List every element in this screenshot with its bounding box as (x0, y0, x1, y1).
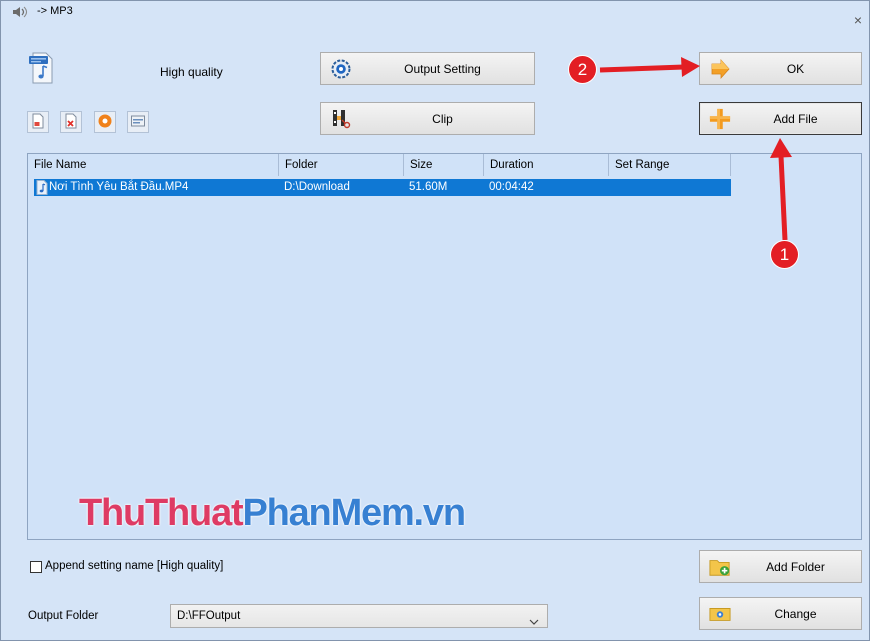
arrow-right-icon (709, 58, 731, 80)
file-list-header: File Name Folder Size Duration Set Range (28, 154, 861, 176)
window-title: -> MP3 (37, 5, 73, 17)
annotation-badge-1: 1 (771, 241, 798, 268)
ok-label: OK (786, 61, 805, 76)
plus-icon (709, 108, 731, 130)
output-folder-select[interactable]: D:\FFOutput (170, 604, 548, 628)
output-folder-label: Output Folder (28, 610, 99, 622)
annotation-arrow-2 (599, 57, 700, 77)
add-file-label: Add File (773, 111, 818, 126)
speaker-icon (11, 4, 29, 23)
column-header-set-range[interactable]: Set Range (609, 154, 731, 176)
toolbar-info-button[interactable] (127, 111, 149, 133)
close-icon: × (853, 12, 863, 28)
ok-button[interactable]: OK (699, 52, 862, 85)
change-label: Change (774, 606, 817, 621)
column-header-folder[interactable]: Folder (279, 154, 404, 176)
film-clip-icon (330, 108, 352, 130)
output-folder-value: D:\FFOutput (177, 610, 241, 622)
title-bar: -> MP3 × (0, 0, 870, 28)
add-folder-button[interactable]: Add Folder (699, 550, 862, 583)
table-row[interactable]: Nơi Tình Yêu Bắt Đầu.MP4 D:\Download 51.… (34, 179, 731, 196)
output-setting-label: Output Setting (404, 61, 481, 76)
quality-label: High quality (160, 65, 223, 79)
watermark: ThuThuatPhanMem.vn (79, 492, 466, 534)
info-icon (130, 113, 146, 132)
change-button[interactable]: Change (699, 597, 862, 630)
cell-duration: 00:04:42 (489, 181, 534, 193)
column-header-duration[interactable]: Duration (484, 154, 609, 176)
gear-icon (330, 58, 352, 80)
add-file-button[interactable]: Add File (699, 102, 862, 135)
annotation-badge-2: 2 (569, 56, 596, 83)
folder-change-icon (709, 603, 731, 625)
watermark-part1: ThuThuat (79, 492, 244, 534)
clip-button[interactable]: Clip (320, 102, 535, 135)
cell-file-name: Nơi Tình Yêu Bắt Đầu.MP4 (49, 181, 189, 193)
file-list[interactable]: File Name Folder Size Duration Set Range… (27, 153, 862, 540)
toolbar-delete-button[interactable] (60, 111, 82, 133)
chevron-down-icon (529, 614, 539, 625)
cell-set-range (609, 179, 731, 196)
play-icon (97, 113, 113, 132)
toolbar-play-button[interactable] (94, 111, 116, 133)
output-setting-button[interactable]: Output Setting (320, 52, 535, 85)
cell-folder: D:\Download (284, 181, 350, 193)
append-setting-label[interactable]: Append setting name [High quality] (45, 559, 223, 573)
add-folder-label: Add Folder (766, 559, 825, 574)
delete-icon (63, 113, 79, 132)
mp3-file-icon (27, 51, 57, 88)
close-button[interactable]: × (851, 12, 865, 28)
column-header-file-name[interactable]: File Name (28, 154, 279, 176)
mp3-conversion-dialog: -> MP3 × High quality Output Setting OK … (0, 0, 870, 641)
cell-size: 51.60M (409, 181, 448, 193)
remove-icon (30, 113, 46, 132)
watermark-part2: PhanMem.vn (242, 492, 466, 534)
column-header-size[interactable]: Size (404, 154, 484, 176)
append-setting-checkbox[interactable] (30, 561, 42, 573)
folder-add-icon (709, 556, 731, 578)
clip-label: Clip (432, 111, 453, 126)
toolbar-remove-button[interactable] (27, 111, 49, 133)
